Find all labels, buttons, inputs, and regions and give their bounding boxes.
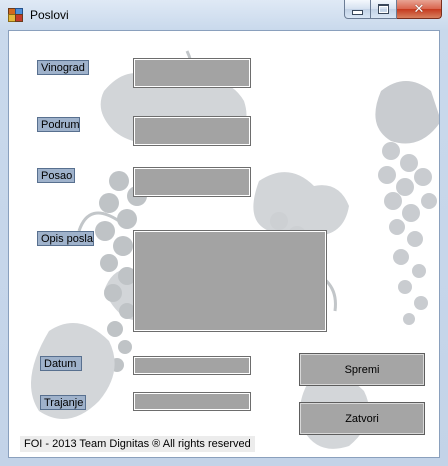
footer-copyright: FOI - 2013 Team Dignitas ® All rights re…: [20, 436, 255, 452]
form-client-area: Vinograd Podrum Posao Opis posla Datum T…: [8, 30, 440, 458]
trajanje-field[interactable]: [133, 392, 251, 411]
opis-posla-label: Opis posla: [37, 231, 94, 246]
spremi-button[interactable]: Spremi: [299, 353, 425, 386]
posao-field[interactable]: [133, 167, 251, 197]
datum-field[interactable]: [133, 356, 251, 375]
datum-label: Datum: [40, 356, 82, 371]
maximize-button[interactable]: [371, 0, 397, 19]
trajanje-label: Trajanje: [40, 395, 86, 410]
window-title: Poslovi: [30, 8, 69, 22]
vinograd-field[interactable]: [133, 58, 251, 88]
minimize-button[interactable]: [344, 0, 371, 19]
minimize-icon: [352, 9, 363, 15]
vinograd-label: Vinograd: [37, 60, 89, 75]
podrum-field[interactable]: [133, 116, 251, 146]
poslovi-window: Poslovi ✕ Vinograd Podrum Posao Opis pos…: [0, 0, 448, 466]
close-icon: ✕: [413, 1, 425, 17]
maximize-icon: [378, 4, 389, 14]
podrum-label: Podrum: [37, 117, 80, 132]
close-button[interactable]: ✕: [397, 0, 442, 19]
zatvori-button[interactable]: Zatvori: [299, 402, 425, 435]
title-bar[interactable]: Poslovi ✕: [0, 0, 448, 30]
opis-posla-field[interactable]: [133, 230, 327, 332]
posao-label: Posao: [37, 168, 75, 183]
app-icon[interactable]: [8, 8, 23, 22]
